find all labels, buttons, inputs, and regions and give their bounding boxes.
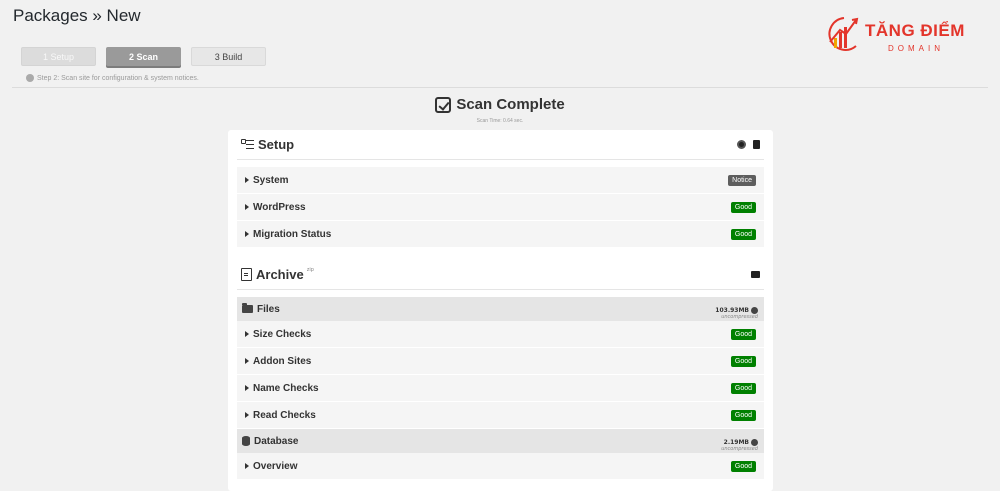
row-label: Migration Status (253, 228, 332, 240)
gear-icon[interactable] (737, 140, 746, 149)
database-size: 2.19MB (723, 438, 749, 446)
setup-row-wordpress[interactable]: WordPress Good (237, 194, 764, 221)
archive-type: zip (306, 266, 314, 273)
row-label: WordPress (253, 201, 306, 213)
status-badge: Good (730, 409, 756, 421)
scan-results-panel: Setup System Notice WordPress Good Migra… (228, 130, 773, 491)
files-size: 103.93MB (715, 306, 749, 314)
file-archive-icon (241, 268, 252, 281)
caret-right-icon (245, 231, 249, 237)
files-row-name-checks[interactable]: Name Checks Good (237, 375, 764, 402)
files-row-size-checks[interactable]: Size Checks Good (237, 321, 764, 348)
files-size-note: uncompressed (721, 313, 758, 320)
status-badge: Good (730, 328, 756, 340)
files-title: Files (257, 303, 280, 315)
step-scan[interactable]: 2 Scan (106, 47, 181, 66)
checkbox-checked-icon (435, 96, 452, 113)
setup-row-migration-status[interactable]: Migration Status Good (237, 221, 764, 248)
scan-time: Scan Time: 0.64 sec. (476, 117, 524, 124)
info-icon (26, 74, 34, 82)
database-icon (242, 436, 250, 446)
caret-right-icon (245, 385, 249, 391)
archive-title: Archive (256, 267, 304, 282)
status-badge: Good (730, 201, 756, 213)
status-badge: Good (730, 460, 756, 472)
caret-right-icon (245, 358, 249, 364)
database-size-note: uncompressed (721, 445, 758, 452)
logo-subtext: DOMAIN (888, 44, 944, 53)
card-icon[interactable] (751, 271, 760, 278)
page-title: Packages » New (13, 6, 141, 25)
status-badge: Notice (728, 174, 756, 186)
scan-title: Scan Complete (456, 96, 565, 113)
step-build[interactable]: 3 Build (191, 47, 266, 66)
files-row-addon-sites[interactable]: Addon Sites Good (237, 348, 764, 375)
row-label: Overview (253, 460, 298, 472)
caret-right-icon (245, 204, 249, 210)
status-badge: Good (730, 355, 756, 367)
scan-header: Scan Complete Scan Time: 0.64 sec. (0, 96, 1000, 124)
step-progress: 1 Setup 2 Scan 3 Build (21, 47, 266, 66)
question-circle-icon[interactable] (751, 439, 758, 446)
caret-right-icon (245, 331, 249, 337)
step-setup[interactable]: 1 Setup (21, 47, 96, 66)
caret-right-icon (245, 463, 249, 469)
archive-section-header: Archive zip (237, 260, 764, 290)
step-hint: Step 2: Scan site for configuration & sy… (26, 74, 199, 82)
status-badge: Good (730, 228, 756, 240)
caret-right-icon (245, 177, 249, 183)
logo-wordmark: TĂNG ĐIỂM (865, 21, 965, 40)
database-group-header: Database 2.19MB uncompressed (237, 429, 764, 453)
row-label: Read Checks (253, 409, 316, 421)
row-label: Size Checks (253, 328, 312, 340)
row-label: Addon Sites (253, 355, 312, 367)
row-label: System (253, 174, 289, 186)
brand-logo: TĂNG ĐIỂM DOMAIN (822, 12, 992, 58)
files-row-read-checks[interactable]: Read Checks Good (237, 402, 764, 429)
files-group-header: Files 103.93MB uncompressed (237, 297, 764, 321)
setup-section-header: Setup (237, 130, 764, 160)
logo-mark-icon (828, 17, 859, 51)
folder-open-icon (242, 303, 253, 313)
status-badge: Good (730, 382, 756, 394)
database-title: Database (254, 435, 299, 447)
database-row-overview[interactable]: Overview Good (237, 453, 764, 480)
document-icon[interactable] (753, 140, 760, 149)
setup-row-system[interactable]: System Notice (237, 167, 764, 194)
setup-title: Setup (258, 137, 295, 152)
step-hint-text: Step 2: Scan site for configuration & sy… (37, 74, 199, 82)
checklist-icon (241, 139, 254, 150)
caret-right-icon (245, 412, 249, 418)
header-divider (12, 87, 988, 88)
question-circle-icon[interactable] (751, 307, 758, 314)
row-label: Name Checks (253, 382, 319, 394)
